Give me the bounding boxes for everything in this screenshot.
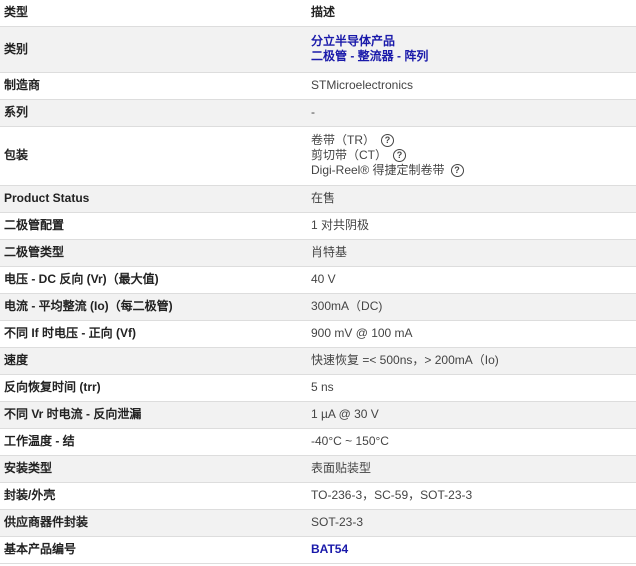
row-value: BAT54: [307, 536, 636, 563]
row-value: 在售: [311, 191, 336, 205]
table-row: 电流 - 平均整流 (Io)（每二极管) 300mA（DC): [0, 293, 636, 320]
table-row: 封装/外壳 TO-236-3，SC-59，SOT-23-3: [0, 482, 636, 509]
row-value: 肖特基: [311, 245, 348, 259]
row-label: 类别: [4, 41, 29, 56]
table-row: 类别 分立半导体产品 二极管 - 整流器 - 阵列: [0, 26, 636, 72]
table-header-row: 类型 描述: [0, 0, 636, 26]
row-value: 1 µA @ 30 V: [311, 407, 379, 421]
row-value: STMicroelectronics: [311, 78, 414, 92]
product-attributes-table: 类型 描述 类别 分立半导体产品 二极管 - 整流器 - 阵列 制造商 STMi…: [0, 0, 636, 564]
table-row: 二极管类型 肖特基: [0, 239, 636, 266]
row-label: 包装: [4, 148, 29, 162]
packaging-ct: 剪切带（CT）: [311, 148, 387, 162]
row-value: 卷带（TR）? 剪切带（CT）? Digi-Reel® 得捷定制卷带?: [307, 126, 636, 185]
row-label: 不同 Vr 时电流 - 反向泄漏: [4, 407, 142, 421]
row-value: -: [311, 105, 315, 119]
row-label: 工作温度 - 结: [4, 434, 75, 448]
row-label: 系列: [4, 105, 29, 119]
question-circle-icon[interactable]: ?: [393, 149, 406, 163]
row-value: 快速恢复 =< 500ns，> 200mA（Io): [311, 353, 499, 367]
row-label: 二极管配置: [4, 218, 65, 232]
row-value: SOT-23-3: [311, 515, 364, 529]
row-value: 5 ns: [311, 380, 334, 394]
header-description: 描述: [311, 5, 336, 20]
question-circle-icon[interactable]: ?: [450, 164, 464, 178]
row-label: 速度: [4, 353, 29, 367]
table-row: 反向恢复时间 (trr) 5 ns: [0, 374, 636, 401]
table-row: 包装 卷带（TR）? 剪切带（CT）? Digi-Reel® 得捷定制卷带?: [0, 126, 636, 185]
row-label: 基本产品编号: [4, 542, 77, 556]
row-value: 1 对共阴极: [311, 218, 370, 232]
row-label: 制造商: [4, 78, 41, 92]
row-label: 反向恢复时间 (trr): [4, 380, 101, 394]
table-row: 不同 If 时电压 - 正向 (Vf) 900 mV @ 100 mA: [0, 320, 636, 347]
row-value: 300mA（DC): [311, 299, 383, 313]
row-label: 二极管类型: [4, 245, 65, 259]
category-link-discrete[interactable]: 分立半导体产品: [311, 34, 395, 48]
row-value: 40 V: [311, 272, 336, 286]
table-row: 不同 Vr 时电流 - 反向泄漏 1 µA @ 30 V: [0, 401, 636, 428]
table-row: 电压 - DC 反向 (Vr)（最大值) 40 V: [0, 266, 636, 293]
table-row: 工作温度 - 结 -40°C ~ 150°C: [0, 428, 636, 455]
row-label: 不同 If 时电压 - 正向 (Vf): [4, 326, 136, 340]
row-value: 分立半导体产品 二极管 - 整流器 - 阵列: [307, 26, 636, 72]
table-row: 基本产品编号 BAT54: [0, 536, 636, 563]
row-label: 封装/外壳: [4, 488, 56, 502]
row-value: 表面贴装型: [311, 461, 372, 475]
table-row: 安装类型 表面贴装型: [0, 455, 636, 482]
table-row: 速度 快速恢复 =< 500ns，> 200mA（Io): [0, 347, 636, 374]
table-row: 制造商 STMicroelectronics: [0, 72, 636, 99]
row-label: 电流 - 平均整流 (Io)（每二极管): [4, 299, 173, 313]
category-link-diodes-arrays[interactable]: 二极管 - 整流器 - 阵列: [311, 49, 428, 63]
row-label: 安装类型: [4, 461, 53, 475]
row-value: 900 mV @ 100 mA: [311, 326, 413, 340]
row-label: 电压 - DC 反向 (Vr)（最大值): [4, 272, 159, 286]
header-attribute: 类型: [4, 5, 29, 20]
base-part-number-link[interactable]: BAT54: [311, 542, 348, 556]
row-label: 供应商器件封装: [4, 515, 89, 529]
table-row: 系列 -: [0, 99, 636, 126]
row-value: -40°C ~ 150°C: [311, 434, 389, 448]
table-row: 供应商器件封装 SOT-23-3: [0, 509, 636, 536]
table-row: Product Status 在售: [0, 185, 636, 212]
packaging-tr: 卷带（TR）: [311, 133, 375, 147]
packaging-digireel: Digi-Reel® 得捷定制卷带: [311, 163, 445, 177]
question-circle-icon[interactable]: ?: [381, 134, 394, 148]
row-label: Product Status: [4, 191, 90, 205]
table-row: 二极管配置 1 对共阴极: [0, 212, 636, 239]
row-value: TO-236-3，SC-59，SOT-23-3: [311, 488, 473, 502]
